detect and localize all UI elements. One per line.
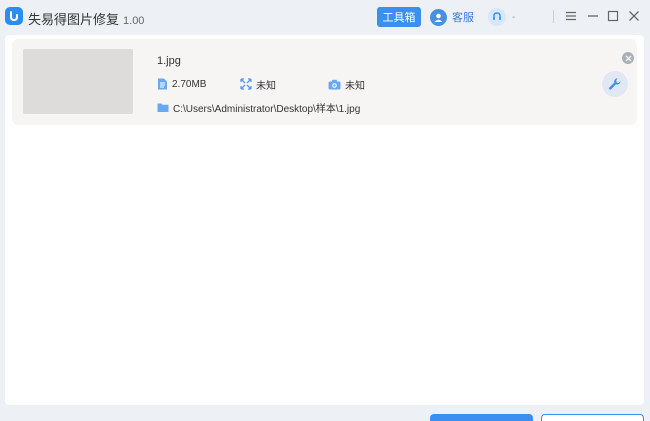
account-icon <box>488 8 506 26</box>
menu-icon[interactable] <box>563 8 579 24</box>
minimize-icon[interactable] <box>585 8 601 24</box>
maximize-icon[interactable] <box>605 8 621 24</box>
file-name: 1.jpg <box>157 55 181 67</box>
file-path-value: C:\Users\Administrator\Desktop\样本\1.jpg <box>173 103 361 115</box>
file-size: 2.70MB <box>157 77 206 91</box>
service-icon <box>430 8 447 26</box>
close-icon[interactable] <box>626 8 642 24</box>
remove-icon <box>625 55 631 61</box>
file-resolution: 未知 <box>240 77 276 92</box>
file-resolution-value: 未知 <box>256 80 276 92</box>
account-label: - <box>512 11 516 23</box>
account-button[interactable]: - <box>488 7 515 27</box>
file-device: 未知 <box>328 77 365 92</box>
camera-icon <box>328 79 341 89</box>
resolution-icon <box>240 78 252 90</box>
remove-file-button[interactable] <box>622 52 634 64</box>
app-logo-icon <box>5 7 23 25</box>
customer-service-button[interactable]: 客服 <box>430 7 474 27</box>
file-list-panel: 1.jpg 2.70MB 未知 未知 C:\Users\Administrato… <box>5 35 644 405</box>
title-bar: 失易得图片修复 1.00 工具箱 客服 - <box>0 0 650 33</box>
toolbox-button[interactable]: 工具箱 <box>377 7 421 27</box>
app-name: 失易得图片修复 <box>28 12 120 27</box>
titlebar-divider <box>553 10 554 23</box>
secondary-action-button[interactable] <box>541 414 644 421</box>
repair-button[interactable] <box>602 71 628 97</box>
app-title: 失易得图片修复 1.00 <box>28 9 144 28</box>
app-version: 1.00 <box>123 15 145 27</box>
wrench-icon <box>609 78 621 90</box>
service-label: 客服 <box>452 12 474 24</box>
folder-icon <box>157 103 169 112</box>
file-thumbnail <box>23 49 133 114</box>
file-device-value: 未知 <box>345 80 365 92</box>
file-size-value: 2.70MB <box>172 78 207 90</box>
file-path: C:\Users\Administrator\Desktop\样本\1.jpg <box>157 100 361 115</box>
primary-action-button[interactable] <box>430 414 533 421</box>
file-card[interactable]: 1.jpg 2.70MB 未知 未知 C:\Users\Administrato… <box>12 39 637 125</box>
file-size-icon <box>158 78 167 90</box>
